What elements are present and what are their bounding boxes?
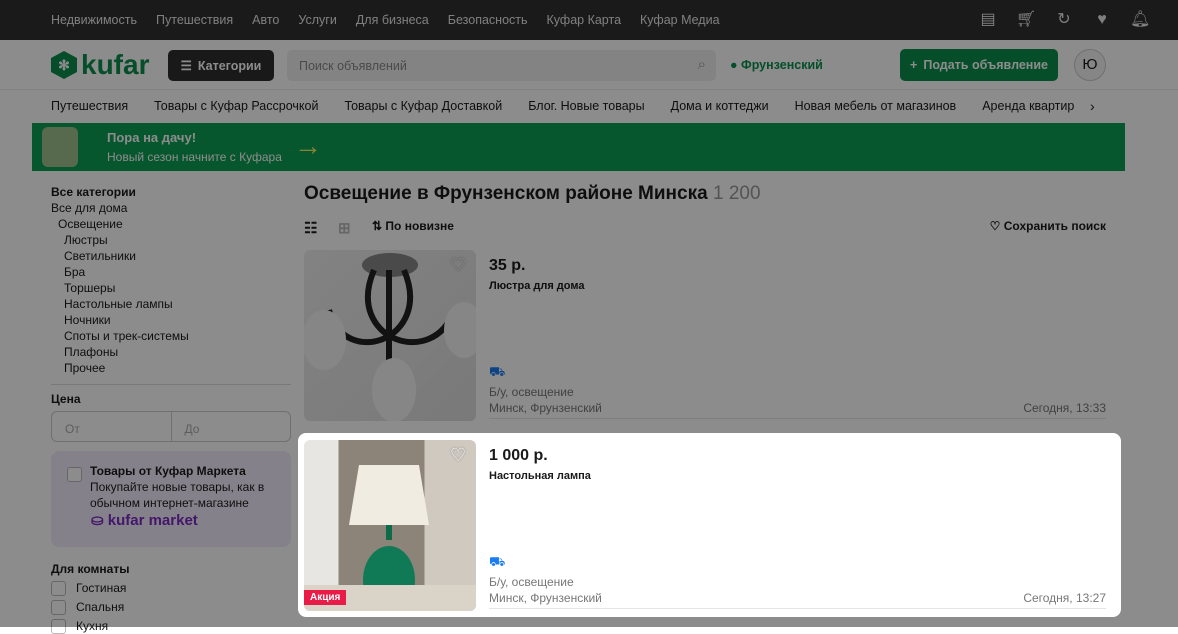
divider — [489, 608, 1106, 609]
listing-price: 1 000 р. — [489, 447, 548, 464]
favorite-icon[interactable]: ♡ — [450, 445, 466, 466]
listing-card[interactable]: Акция ♡ 1 000 р. Настольная лампа ⛟ Б/у,… — [304, 440, 1106, 611]
listing-time: Сегодня, 13:27 — [1023, 591, 1106, 605]
highlighted-listing: Акция ♡ 1 000 р. Настольная лампа ⛟ Б/у,… — [298, 433, 1121, 617]
promo-badge: Акция — [304, 590, 347, 605]
listing-condition: Б/у, освещение — [489, 575, 574, 589]
delivery-icon: ⛟ — [489, 554, 506, 569]
listing-title[interactable]: Настольная лампа — [489, 470, 591, 482]
listing-location: Минск, Фрунзенский — [489, 591, 602, 605]
